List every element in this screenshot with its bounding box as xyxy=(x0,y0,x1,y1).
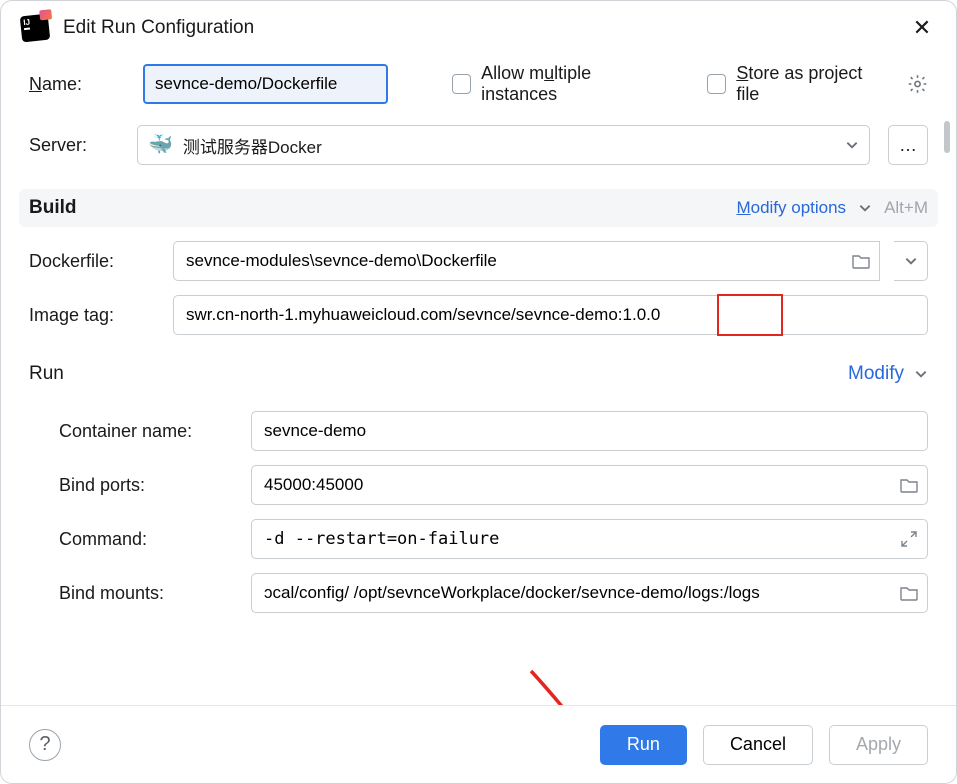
expand-icon[interactable] xyxy=(900,530,918,548)
name-label: Name: xyxy=(29,74,119,95)
run-button[interactable]: Run xyxy=(600,725,687,765)
server-browse-button[interactable]: … xyxy=(888,125,928,165)
dialog-content: Name: Allow multiple instances Store as … xyxy=(1,51,956,705)
scrollbar-thumb[interactable] xyxy=(944,121,950,153)
build-section-header: Build Modify options Alt+M xyxy=(19,189,938,227)
image-tag-input[interactable] xyxy=(173,295,928,335)
server-select[interactable]: 🐳 测试服务器Docker xyxy=(137,125,870,165)
bind-mounts-label: Bind mounts: xyxy=(59,583,237,604)
dockerfile-label: Dockerfile: xyxy=(29,251,159,272)
scrollbar[interactable] xyxy=(944,63,950,693)
edit-run-config-dialog: Edit Run Configuration ✕ Name: Allow mul… xyxy=(0,0,957,784)
allow-multiple-label: Allow multiple instances xyxy=(481,63,663,105)
dialog-title: Edit Run Configuration xyxy=(63,17,894,39)
docker-icon: 🐳 xyxy=(148,135,173,155)
store-as-project-label: Store as project file xyxy=(736,63,883,105)
server-label: Server: xyxy=(29,135,119,156)
help-button[interactable]: ? xyxy=(29,729,61,761)
gear-icon[interactable] xyxy=(907,73,928,95)
apply-button[interactable]: Apply xyxy=(829,725,928,765)
titlebar: Edit Run Configuration ✕ xyxy=(1,1,956,51)
bind-ports-input[interactable] xyxy=(251,465,928,505)
dialog-footer: ? Run Cancel Apply xyxy=(1,705,956,783)
close-icon[interactable]: ✕ xyxy=(908,15,936,41)
container-name-input[interactable] xyxy=(251,411,928,451)
name-input[interactable] xyxy=(143,64,388,104)
run-section-header: Run xyxy=(29,363,64,385)
chevron-down-icon xyxy=(845,138,859,152)
command-input[interactable] xyxy=(251,519,928,559)
chevron-down-icon xyxy=(858,201,872,215)
intellij-icon xyxy=(20,14,51,43)
annotation-arrow xyxy=(521,663,681,705)
bind-ports-label: Bind ports: xyxy=(59,475,237,496)
dockerfile-input[interactable] xyxy=(173,241,880,281)
cancel-button[interactable]: Cancel xyxy=(703,725,813,765)
container-name-label: Container name: xyxy=(59,421,237,442)
modify-options-link[interactable]: Modify options xyxy=(736,198,846,218)
allow-multiple-checkbox[interactable] xyxy=(452,74,471,94)
chevron-down-icon xyxy=(904,254,918,268)
store-as-project-checkbox[interactable] xyxy=(707,74,726,94)
dockerfile-dropdown-button[interactable] xyxy=(894,241,928,281)
bind-mounts-input[interactable] xyxy=(251,573,928,613)
server-value: 测试服务器Docker xyxy=(183,133,322,158)
command-label: Command: xyxy=(59,529,237,550)
chevron-down-icon xyxy=(914,367,928,381)
modify-link[interactable]: Modify xyxy=(848,363,904,385)
shortcut-hint: Alt+M xyxy=(884,198,928,218)
image-tag-label: Image tag: xyxy=(29,305,159,326)
